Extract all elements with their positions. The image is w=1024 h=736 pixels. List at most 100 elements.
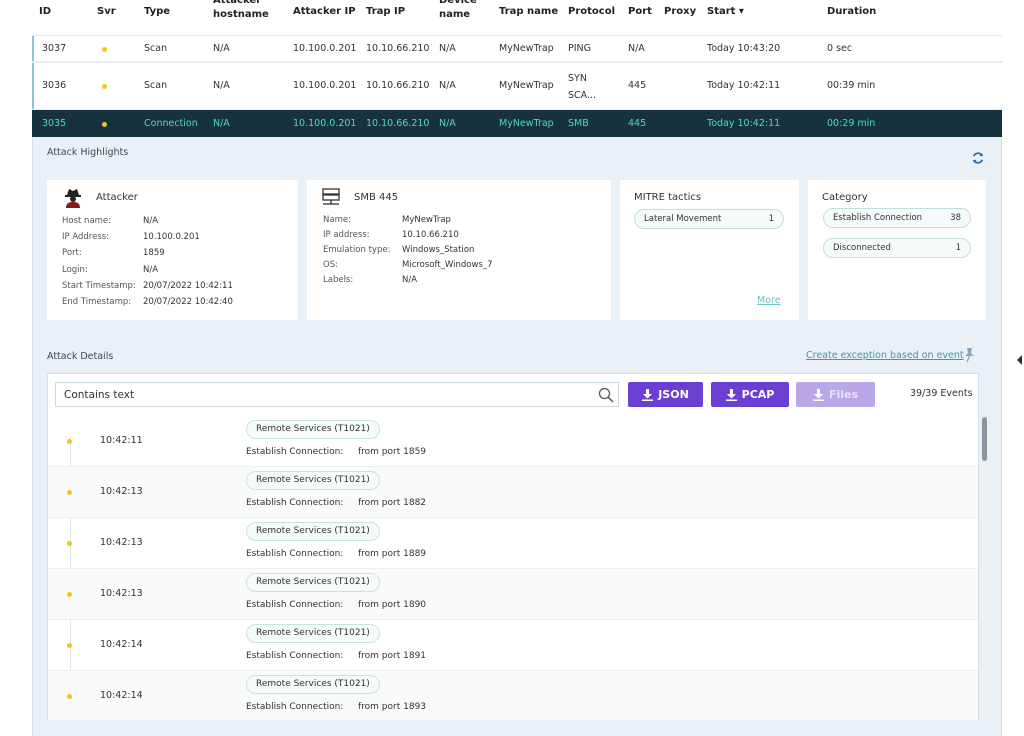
label-name: Name: (323, 215, 351, 225)
col-id[interactable]: ID (39, 5, 51, 19)
event-detail: from port 1889 (358, 549, 427, 559)
cell-duration: 00:39 min (827, 80, 876, 91)
technique-tag[interactable]: Remote Services (T1021) (246, 573, 380, 592)
cell-trap-ip: 10.10.66.210 (366, 80, 430, 91)
value-os: Microsoft_Windows_7 (402, 260, 493, 270)
col-type[interactable]: Type (144, 5, 170, 19)
event-time: 10:42:11 (100, 435, 143, 446)
table-row-selected[interactable]: 3035 Connection N/A 10.100.0.201 10.10.6… (32, 110, 1002, 138)
event-item[interactable]: 10:42:14 Remote Services (T1021) Establi… (48, 620, 978, 671)
download-files-button[interactable]: Files (796, 382, 875, 407)
event-time: 10:42:14 (100, 639, 143, 650)
event-item[interactable]: 10:42:13 Remote Services (T1021) Establi… (48, 467, 978, 518)
create-exception-link[interactable]: Create exception based on event (806, 350, 964, 361)
attack-detail-app: ID Svr Type Attacker hostname Attacker I… (0, 0, 1024, 736)
timeline-dot (67, 592, 72, 597)
technique-tag[interactable]: Remote Services (T1021) (246, 471, 380, 490)
col-start[interactable]: Start ▾ (707, 5, 744, 19)
event-label: Establish Connection: (246, 702, 344, 712)
value-ip: 10.10.66.210 (402, 230, 459, 240)
technique-tag[interactable]: Remote Services (T1021) (246, 420, 380, 439)
row-indicator (32, 36, 34, 61)
pin-icon[interactable] (963, 347, 975, 363)
json-label: JSON (658, 388, 689, 401)
download-icon (725, 388, 737, 401)
download-icon (812, 388, 824, 401)
table-row[interactable]: 3037 Scan N/A 10.100.0.201 10.10.66.210 … (32, 36, 1002, 62)
more-link[interactable]: More (757, 295, 781, 306)
download-pcap-button[interactable]: PCAP (711, 382, 789, 407)
col-trap-ip[interactable]: Trap IP (366, 5, 405, 19)
technique-tag[interactable]: Remote Services (T1021) (246, 522, 380, 541)
event-detail: from port 1893 (358, 702, 427, 712)
category-pill[interactable]: Establish Connection 38 (823, 208, 971, 228)
timeline-dot (67, 439, 72, 444)
cell-type: Scan (144, 43, 168, 54)
attacker-title: Attacker (96, 192, 138, 203)
col-duration[interactable]: Duration (827, 5, 876, 19)
event-detail: from port 1890 (358, 600, 427, 610)
technique-tag[interactable]: Remote Services (T1021) (246, 624, 380, 643)
search-icon[interactable] (597, 386, 615, 404)
cell-trap-name: MyNewTrap (499, 43, 554, 54)
events-scrollbar[interactable] (982, 417, 987, 721)
download-icon (642, 388, 654, 401)
col-port[interactable]: Port (628, 5, 652, 19)
files-label: Files (828, 388, 859, 401)
search-input[interactable]: Contains text (55, 382, 619, 407)
event-label: Establish Connection: (246, 498, 344, 508)
col-attacker-hostname[interactable]: Attacker hostname (213, 0, 283, 22)
table-row[interactable]: 3036 Scan N/A 10.100.0.201 10.10.66.210 … (32, 63, 1002, 110)
cell-port: 445 (628, 80, 647, 91)
event-count: 39/39 Events (910, 388, 973, 399)
cell-device: N/A (439, 80, 456, 91)
label-end-timestamp: End Timestamp: (62, 297, 132, 307)
scrollbar-thumb[interactable] (982, 417, 987, 461)
category-card: Category Establish Connection 38 Disconn… (808, 180, 986, 320)
event-time: 10:42:13 (100, 537, 143, 548)
event-time: 10:42:13 (100, 588, 143, 599)
mitre-tactic-label: Lateral Movement (644, 214, 722, 224)
col-proxy[interactable]: Proxy (664, 5, 696, 19)
mitre-title: MITRE tactics (634, 192, 702, 203)
cell-start: Today 10:43:20 (707, 43, 781, 54)
cell-device: N/A (439, 43, 456, 54)
cell-attacker-ip: 10.100.0.201 (293, 43, 357, 54)
col-svr[interactable]: Svr (97, 5, 116, 19)
technique-tag[interactable]: Remote Services (T1021) (246, 675, 380, 694)
download-json-button[interactable]: JSON (628, 382, 703, 407)
event-item[interactable]: 10:42:11 Remote Services (T1021) Establi… (48, 416, 978, 467)
cell-attacker-ip: 10.100.0.201 (293, 118, 357, 129)
cell-port: N/A (628, 43, 645, 54)
panel-collapse-handle[interactable] (1017, 355, 1022, 365)
col-attacker-ip[interactable]: Attacker IP (293, 5, 356, 19)
cell-id: 3037 (42, 43, 67, 54)
label-os: OS: (323, 260, 338, 270)
server-icon (322, 188, 340, 205)
trap-title: SMB 445 (354, 192, 399, 203)
mitre-tactic-pill[interactable]: Lateral Movement 1 (634, 209, 784, 229)
value-host-name: N/A (143, 216, 159, 226)
col-device-name[interactable]: Device name (439, 0, 489, 22)
label-emulation-type: Emulation type: (323, 245, 391, 255)
mitre-tactic-count: 1 (768, 214, 774, 224)
row-indicator (32, 63, 34, 109)
event-item[interactable]: 10:42:13 Remote Services (T1021) Establi… (48, 569, 978, 620)
cell-protocol: SMB (568, 118, 589, 129)
category-pill[interactable]: Disconnected 1 (823, 238, 971, 258)
highlights-title: Attack Highlights (47, 147, 129, 158)
cell-start: Today 10:42:11 (707, 118, 781, 129)
value-labels: N/A (402, 275, 418, 285)
table-header: ID Svr Type Attacker hostname Attacker I… (32, 0, 1002, 36)
col-protocol[interactable]: Protocol (568, 5, 615, 19)
cell-hostname: N/A (213, 80, 230, 91)
cell-type: Connection (144, 118, 198, 129)
event-item[interactable]: 10:42:13 Remote Services (T1021) Establi… (48, 518, 978, 569)
cell-port: 445 (628, 118, 647, 129)
refresh-icon[interactable] (971, 151, 985, 165)
cell-attacker-ip: 10.100.0.201 (293, 80, 357, 91)
event-item[interactable]: 10:42:14 Remote Services (T1021) Establi… (48, 671, 978, 721)
col-trap-name[interactable]: Trap name (499, 5, 558, 19)
timeline-dot (67, 490, 72, 495)
cell-hostname: N/A (213, 118, 230, 129)
